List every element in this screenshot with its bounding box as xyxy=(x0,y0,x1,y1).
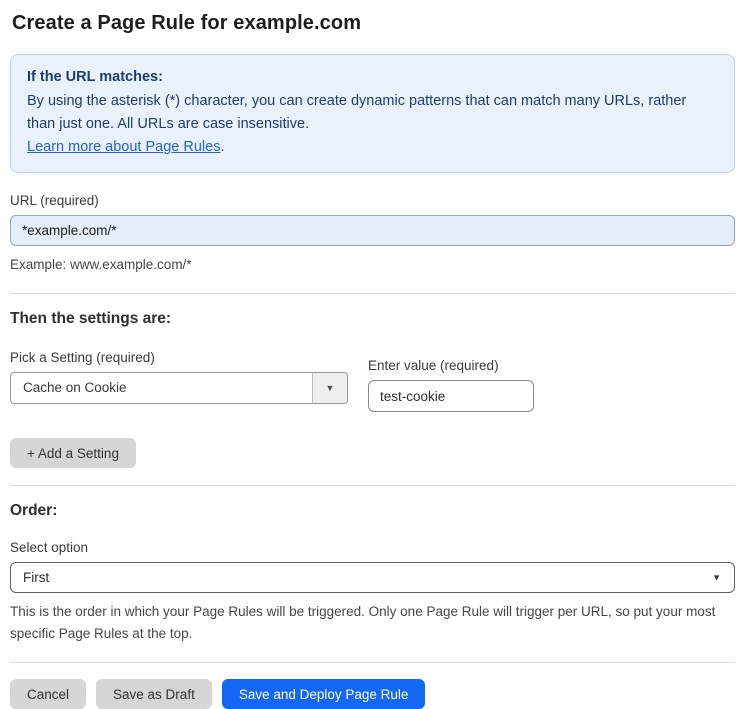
page-rule-form: Create a Page Rule for example.com If th… xyxy=(0,0,750,709)
divider xyxy=(10,662,735,663)
order-section-heading: Order: xyxy=(10,502,58,519)
order-select[interactable]: First ▼ xyxy=(10,562,735,593)
learn-more-link[interactable]: Learn more about Page Rules xyxy=(27,139,220,155)
setting-picker-arrow-button[interactable]: ▼ xyxy=(312,373,347,403)
info-box-body: By using the asterisk (*) character, you… xyxy=(27,93,687,132)
cancel-button[interactable]: Cancel xyxy=(10,679,87,709)
add-setting-button[interactable]: + Add a Setting xyxy=(10,438,136,468)
chevron-down-icon: ▼ xyxy=(712,572,721,582)
settings-section-heading: Then the settings are: xyxy=(10,310,172,327)
divider xyxy=(10,485,735,486)
setting-value-column: Enter value (required) xyxy=(368,358,534,412)
info-box-link-line: Learn more about Page Rules. xyxy=(27,136,718,159)
footer-button-row: Cancel Save as Draft Save and Deploy Pag… xyxy=(10,679,735,709)
page-title: Create a Page Rule for example.com xyxy=(12,12,362,34)
url-example-text: Example: www.example.com/* xyxy=(10,257,192,272)
save-deploy-button[interactable]: Save and Deploy Page Rule xyxy=(221,679,426,709)
setting-picker-value: Cache on Cookie xyxy=(23,380,127,395)
info-box-heading: If the URL matches: xyxy=(27,69,163,85)
url-match-info-box: If the URL matches: By using the asteris… xyxy=(10,54,735,173)
order-select-label: Select option xyxy=(10,540,89,555)
setting-picker-dropdown[interactable]: Cache on Cookie ▼ xyxy=(10,372,348,404)
url-field-label: URL (required) xyxy=(10,193,99,208)
chevron-down-icon: ▼ xyxy=(325,382,335,393)
link-period: . xyxy=(220,139,225,155)
save-draft-button[interactable]: Save as Draft xyxy=(96,679,212,709)
order-select-value: First xyxy=(23,570,50,585)
divider xyxy=(10,293,735,294)
setting-picker-label: Pick a Setting (required) xyxy=(10,350,155,365)
setting-picker-column: Pick a Setting (required) Cache on Cooki… xyxy=(10,350,348,404)
url-input[interactable] xyxy=(10,215,735,246)
setting-value-label: Enter value (required) xyxy=(368,358,499,373)
setting-value-input[interactable] xyxy=(368,380,534,412)
settings-row: Pick a Setting (required) Cache on Cooki… xyxy=(10,350,735,412)
order-helper-text: This is the order in which your Page Rul… xyxy=(10,604,716,641)
